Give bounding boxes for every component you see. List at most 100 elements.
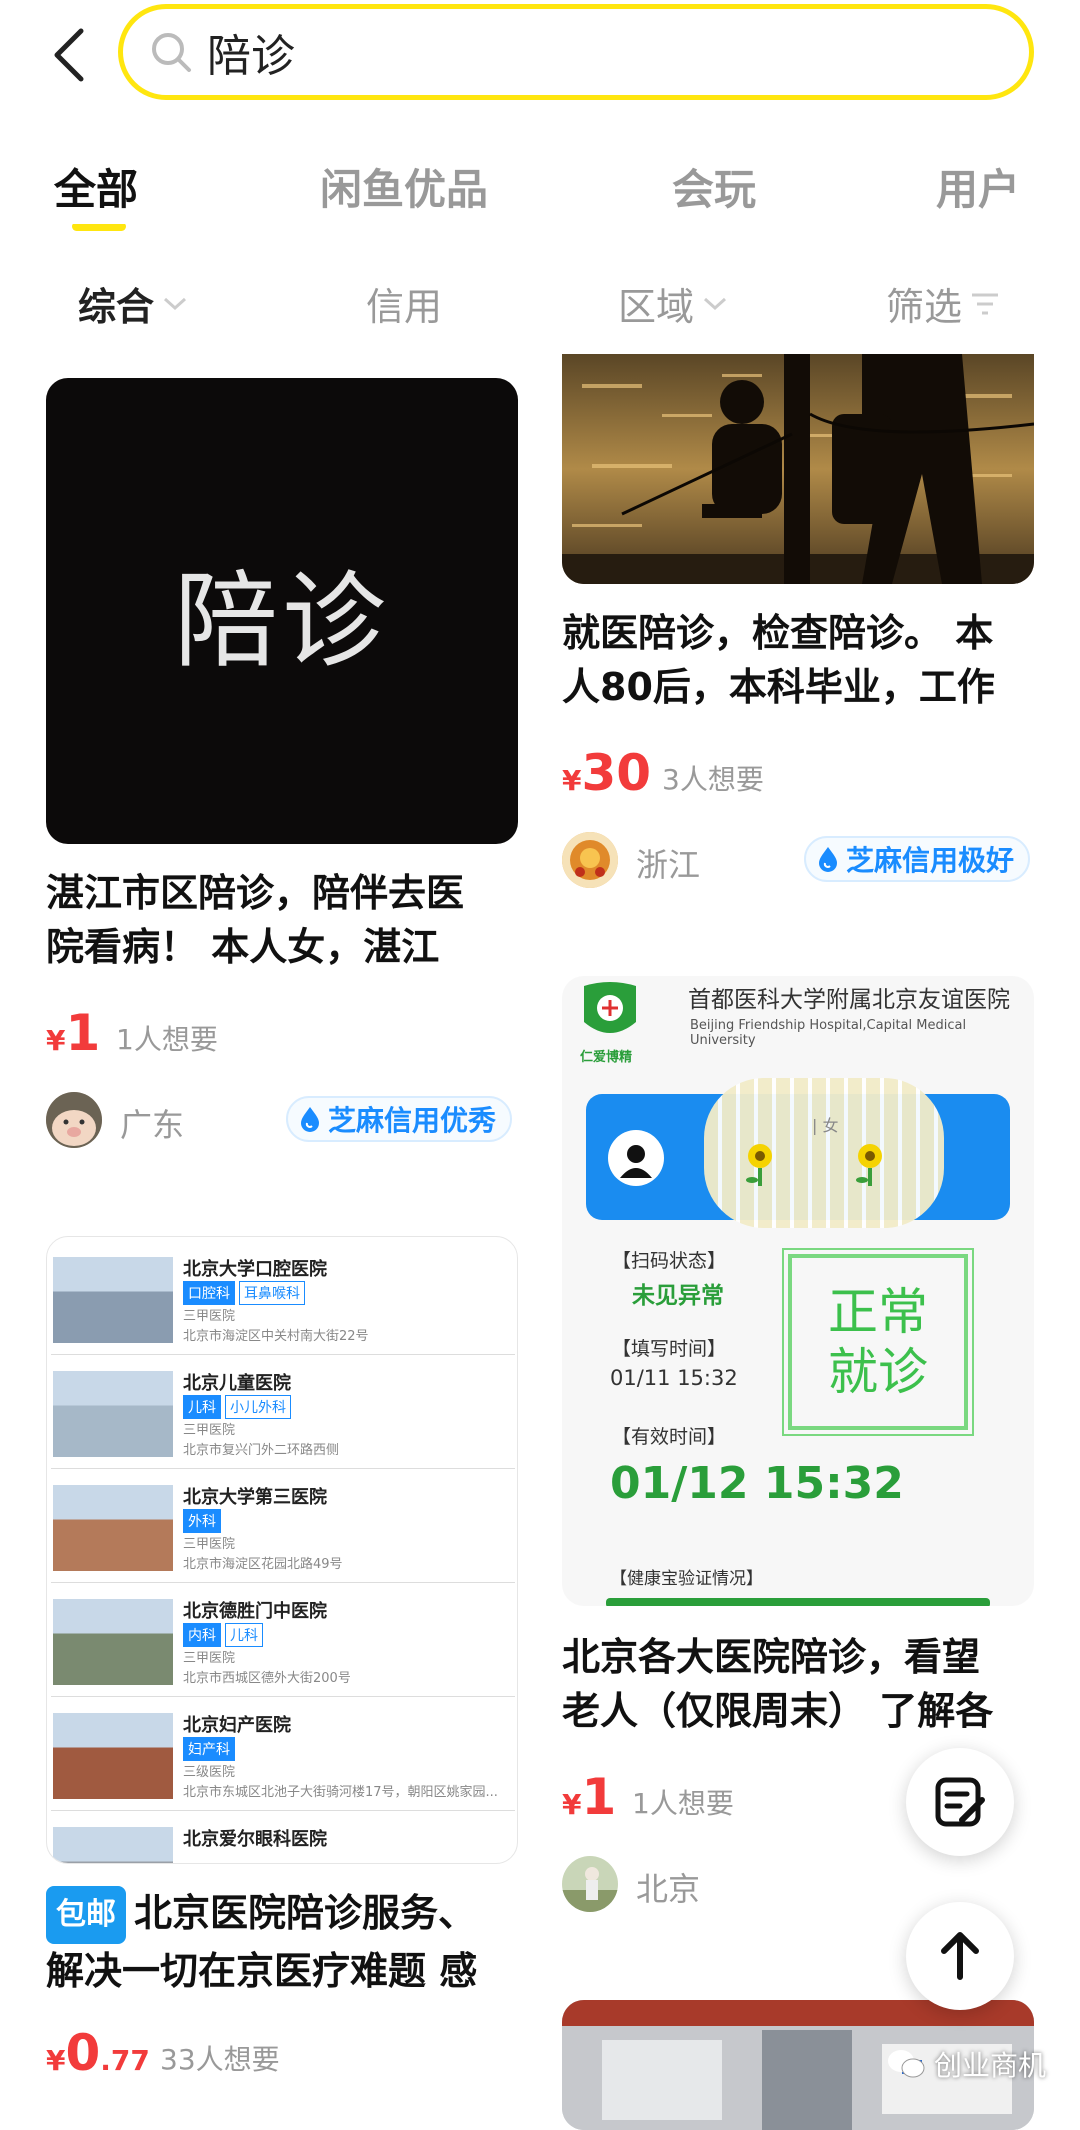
credit-badge: 芝麻信用极好 [804,836,1031,882]
price: ¥ 30 [562,744,651,802]
hospital-tags: 口腔科 耳鼻喉科 [183,1281,305,1305]
avatar[interactable] [562,832,618,888]
free-shipping-tag: 包邮 [46,1886,126,1944]
price: ¥ 0 .77 [46,2024,150,2082]
search-input[interactable] [207,26,907,78]
watermark-text: 创业商机 [934,2049,1047,2082]
hospital-level: 三甲医院 [183,1537,236,1552]
hospital-row: 北京大学第三医院 外科三甲医院北京市海淀区花园北路49号 [51,1473,515,1583]
health-verify-bar [606,1598,990,1606]
search-box[interactable] [118,4,1034,100]
filter-region[interactable]: 区域 [618,276,728,331]
chevron-down-icon [164,297,187,310]
avatar[interactable] [562,1856,618,1912]
filter-screen[interactable]: 筛选 [886,276,1000,331]
tab-xianyu-picks[interactable]: 闲鱼优品 [320,156,488,217]
currency-symbol: ¥ [562,1788,582,1821]
hospital-tags: 外科 [183,1509,221,1533]
department-tag: 内科 [183,1623,221,1647]
back-button[interactable] [42,20,94,90]
hospital-photo [53,1371,173,1457]
want-count: 1人想要 [632,1787,734,1820]
filter-general-label: 综合 [78,285,155,329]
flower-icon [746,1144,772,1186]
logo-text: 仁爱博精 [580,1050,633,1065]
tab-huiwan[interactable]: 会玩 [672,156,756,217]
hospital-name: 北京儿童医院 [183,1373,291,1394]
filter-region-label: 区域 [618,285,695,329]
want-count: 3人想要 [662,763,764,796]
hospital-photo [53,1599,173,1685]
hospital-address: 北京市复兴门外二环路西侧 [183,1443,340,1458]
category-tabs: 全部 闲鱼优品 会玩 用户 [0,140,1080,240]
product-card[interactable]: 陪诊 湛江市区陪诊，陪伴去医 院看病！ 本人女，湛江 ¥ 1 1人想要 广东 芝… [46,378,518,1158]
filter-icon [972,293,999,314]
identity-panel: | 女 [586,1078,1010,1228]
product-card[interactable]: 就医陪诊，检查陪诊。 本 人80后，本科毕业，工作 ¥ 30 3人想要 浙江 芝… [562,354,1034,894]
valid-time-label: 【有效时间】 [612,1426,727,1448]
title-line: 就医陪诊，检查陪诊。 本 [562,611,994,655]
currency-symbol: ¥ [46,2044,66,2077]
filter-screen-label: 筛选 [886,285,963,329]
credit-badge-text: 芝麻信用优秀 [328,1104,497,1137]
price-value: 1 [581,1768,617,1826]
product-title[interactable]: 湛江市区陪诊，陪伴去医 院看病！ 本人女，湛江 [46,866,518,974]
credit-badge: 芝麻信用优秀 [286,1096,513,1142]
hospital-name: 北京爱尔眼科医院 [183,1829,327,1850]
user-avatar-icon [608,1130,664,1186]
title-line: 院看病！ 本人女，湛江 [46,925,440,969]
hospital-photo [53,1827,173,1863]
product-photo [562,354,1034,584]
avatar-image [562,1856,618,1912]
avatar[interactable] [46,1092,102,1148]
product-title[interactable]: 就医陪诊，检查陪诊。 本 人80后，本科毕业，工作 [562,606,1034,714]
hospital-address: 北京市海淀区花园北路49号 [183,1557,343,1572]
normal-visit-stamp: 正常 就诊 [782,1248,974,1436]
product-title[interactable]: 北京各大医院陪诊，看望 老人（仅限周末） 了解各 [562,1630,1034,1738]
filter-bar: 综合 信用 区域 筛选 [0,270,1080,330]
hospital-name: 北京大学第三医院 [183,1487,327,1508]
credit-badge-text: 芝麻信用极好 [846,844,1015,877]
product-title[interactable]: 包邮 北京医院陪诊服务、 解决一切在京医疗难题 感 [46,1886,518,1998]
scan-status-label: 【扫码状态】 [612,1250,727,1272]
price: ¥ 1 [46,1004,100,1062]
currency-symbol: ¥ [562,764,582,797]
product-image[interactable]: 北京大学口腔医院 口腔科 耳鼻喉科 三甲医院 北京市海淀区中关村南大街22号 北京儿童医院… [46,1236,518,1864]
product-card[interactable]: 北京大学口腔医院 口腔科 耳鼻喉科 三甲医院 北京市海淀区中关村南大街22号 北京儿童医院… [46,1236,518,2112]
price-value: 0 [65,2024,101,2082]
product-image[interactable] [562,354,1034,584]
department-tag: 妇产科 [183,1737,235,1761]
hospital-address: 北京市西城区德外大街200号 [183,1671,351,1686]
filter-credit[interactable]: 信用 [366,276,442,331]
tab-all[interactable]: 全部 [54,156,138,217]
product-image[interactable]: 陪诊 [46,378,518,844]
title-line: 解决一切在京医疗难题 感 [46,1949,478,1993]
product-image[interactable]: 仁爱博精 首都医科大学附属北京友谊医院 Beijing Friendship H… [562,976,1034,1606]
price-decimal: .77 [100,2044,150,2077]
hospital-tags: 内科 儿科 [183,1623,263,1647]
back-to-top-button[interactable] [906,1902,1014,2010]
department-tag: 耳鼻喉科 [239,1281,305,1305]
wechat-icon [888,2050,925,2078]
department-tag: 儿科 [225,1623,263,1647]
hospital-row: 北京儿童医院 儿科 小儿外科 三甲医院 北京市复兴门外二环路西侧 [51,1359,515,1469]
fill-time-label: 【填写时间】 [612,1338,727,1360]
hospital-name-cn: 首都医科大学附属北京友谊医院 [688,987,1010,1013]
filter-general[interactable]: 综合 [78,276,188,331]
title-line: 老人（仅限周末） 了解各 [562,1689,994,1733]
title-line: 人80后，本科毕业，工作 [562,665,995,709]
drop-icon [819,847,837,872]
hospital-level: 三级医院 [183,1765,236,1780]
gender-text: | 女 [812,1116,839,1135]
hospital-level: 三甲医院 [183,1651,236,1666]
hospital-level: 三甲医院 [183,1423,236,1438]
hospital-photo [53,1713,173,1799]
hospital-name: 北京大学口腔医院 [183,1259,327,1280]
back-arrow-icon [54,28,84,82]
arrow-up-icon [941,1932,979,1980]
valid-time-value: 01/12 15:32 [610,1458,904,1509]
notes-button[interactable] [906,1748,1014,1856]
title-line: 湛江市区陪诊，陪伴去医 [46,871,465,915]
want-count: 33人想要 [160,2043,280,2076]
tab-users[interactable]: 用户 [936,156,1020,217]
